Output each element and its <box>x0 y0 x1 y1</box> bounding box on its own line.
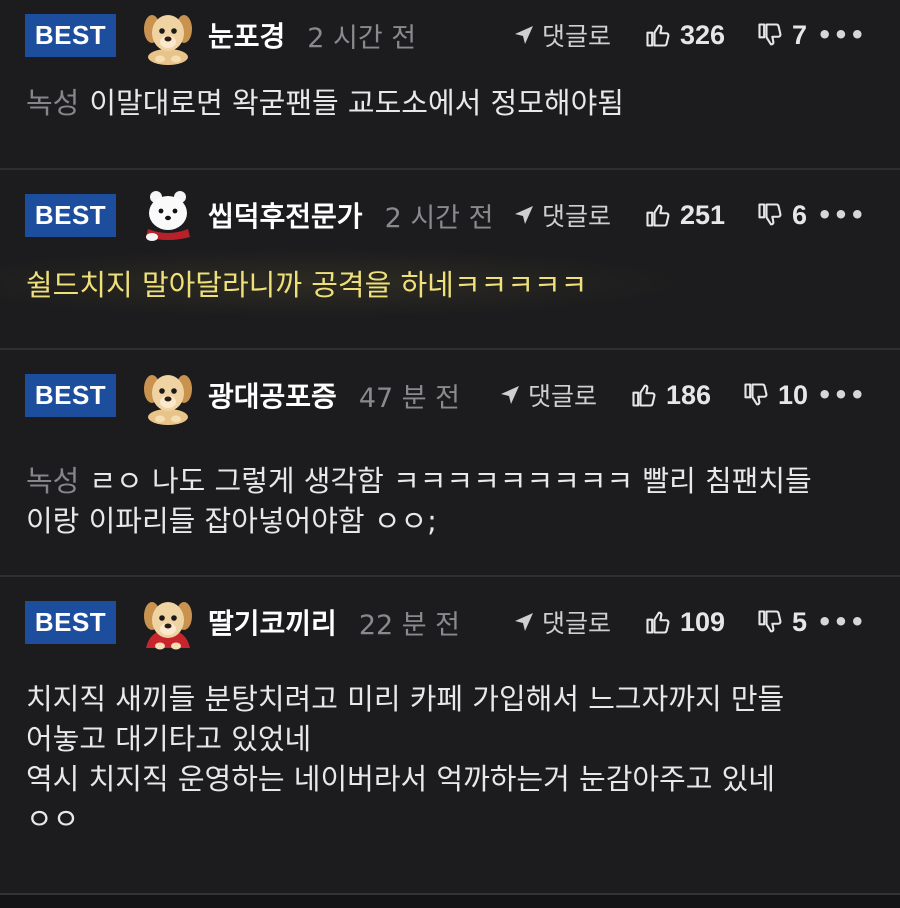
comment-header: BEST 씹덕후전문가 2 시간 전 댓글로 251 6 ••• <box>0 185 900 245</box>
dislike-button[interactable]: 6 <box>756 185 807 245</box>
reply-link[interactable]: 댓글로 <box>512 592 611 652</box>
comment-line: 어놓고 대기타고 있었네 <box>26 722 312 756</box>
more-options-icon[interactable]: ••• <box>817 201 866 229</box>
send-arrow-icon <box>498 383 522 407</box>
comment-line: 치지직 새끼들 분탕치려고 미리 카페 가입해서 느그자까지 만들 <box>26 682 785 716</box>
puppy-icon[interactable] <box>138 365 198 425</box>
comment-item: BEST 딸기코끼리 22 분 전 댓글로 109 5 ••• 치지직 새끼들 … <box>0 577 900 896</box>
nickname[interactable]: 딸기코끼리 <box>208 602 337 642</box>
puppy-cape-icon[interactable] <box>138 592 198 652</box>
comment-prefix: 녹성 <box>26 86 80 120</box>
thumbs-down-icon <box>756 21 784 49</box>
like-button[interactable]: 326 <box>644 5 725 65</box>
best-badge: BEST <box>25 193 116 237</box>
comment-body: 쉴드치지 말아달라니까 공격을 하네ㅋㅋㅋㅋㅋ <box>26 268 588 302</box>
reply-label: 댓글로 <box>528 382 598 411</box>
comment-header: BEST 눈포경 2 시간 전 댓글로 326 7 ••• <box>0 5 900 65</box>
comment-item: BEST 광대공포증 47 분 전 댓글로 186 10 ••• 녹성 ㄹㅇ 나… <box>0 350 900 577</box>
comment-prefix: 녹성 <box>26 464 80 498</box>
send-arrow-icon <box>512 23 536 47</box>
dislike-count: 10 <box>778 379 809 410</box>
reply-label: 댓글로 <box>542 609 612 638</box>
comment-item: BEST 씹덕후전문가 2 시간 전 댓글로 251 6 ••• 쉴드치지 말아… <box>0 170 900 350</box>
dislike-count: 7 <box>792 19 808 50</box>
thumbs-down-icon <box>756 201 784 229</box>
nickname[interactable]: 눈포경 <box>208 15 285 55</box>
puppy-icon[interactable] <box>138 5 198 65</box>
send-arrow-icon <box>512 203 536 227</box>
best-badge: BEST <box>25 600 116 644</box>
more-options-icon[interactable]: ••• <box>817 21 866 49</box>
nickname[interactable]: 씹덕후전문가 <box>208 195 363 235</box>
more-options-icon[interactable]: ••• <box>817 608 866 636</box>
timestamp: 2 시간 전 <box>307 22 417 54</box>
timestamp: 22 분 전 <box>358 609 461 641</box>
like-button[interactable]: 251 <box>644 185 725 245</box>
dislike-button[interactable]: 7 <box>756 5 807 65</box>
more-options-icon[interactable]: ••• <box>817 381 866 409</box>
reply-label: 댓글로 <box>542 22 612 51</box>
like-count: 251 <box>680 199 726 230</box>
like-count: 186 <box>666 379 712 410</box>
reply-link[interactable]: 댓글로 <box>512 5 611 65</box>
send-arrow-icon <box>512 610 536 634</box>
like-button[interactable]: 186 <box>630 365 711 425</box>
comment-header: BEST 광대공포증 47 분 전 댓글로 186 10 ••• <box>0 365 900 425</box>
comment-item: BEST 눈포경 2 시간 전 댓글로 326 7 ••• 녹성 이말대로면 왁… <box>0 0 900 170</box>
best-badge: BEST <box>25 373 116 417</box>
reply-link[interactable]: 댓글로 <box>512 185 611 245</box>
comment-line: ㅇㅇ <box>26 802 80 836</box>
thumbs-up-icon <box>644 201 672 229</box>
comment-header: BEST 딸기코끼리 22 분 전 댓글로 109 5 ••• <box>0 592 900 652</box>
comment-text: 녹성 ㄹㅇ 나도 그렇게 생각함 ㅋㅋㅋㅋㅋㅋㅋㅋㅋ 빨리 침팬치들 이랑 이파리… <box>26 461 880 541</box>
thumbs-down-icon <box>756 608 784 636</box>
comment-body: ㄹㅇ 나도 그렇게 생각함 ㅋㅋㅋㅋㅋㅋㅋㅋㅋ 빨리 침팬치들 <box>89 464 812 498</box>
dislike-button[interactable]: 10 <box>742 365 808 425</box>
dislike-button[interactable]: 5 <box>756 592 807 652</box>
thumbs-up-icon <box>630 381 658 409</box>
nickname[interactable]: 광대공포증 <box>208 375 337 415</box>
comment-line: 녹성 ㄹㅇ 나도 그렇게 생각함 ㅋㅋㅋㅋㅋㅋㅋㅋㅋ 빨리 침팬치들 <box>26 461 880 501</box>
comment-line: 이랑 이파리들 잡아넣어야함 ㅇㅇ; <box>26 504 437 538</box>
timestamp: 2 시간 전 <box>384 202 494 234</box>
dislike-count: 5 <box>792 606 808 637</box>
dislike-count: 6 <box>792 199 808 230</box>
thumbs-up-icon <box>644 608 672 636</box>
reply-link[interactable]: 댓글로 <box>498 365 597 425</box>
thumbs-down-icon <box>742 381 770 409</box>
comment-line: 역시 치지직 운영하는 네이버라서 억까하는거 눈감아주고 있네 <box>26 762 775 796</box>
comment-body: 이말대로면 왁굳팬들 교도소에서 정모해야됨 <box>89 86 624 120</box>
comment-text: 치지직 새끼들 분탕치려고 미리 카페 가입해서 느그자까지 만들 어놓고 대기… <box>26 679 880 839</box>
like-count: 326 <box>680 19 726 50</box>
thumbs-up-icon <box>644 21 672 49</box>
comment-text: 쉴드치지 말아달라니까 공격을 하네ㅋㅋㅋㅋㅋ <box>26 265 880 305</box>
like-button[interactable]: 109 <box>644 592 725 652</box>
comment-text: 녹성 이말대로면 왁굳팬들 교도소에서 정모해야됨 <box>26 83 880 123</box>
reply-label: 댓글로 <box>542 202 612 231</box>
best-badge: BEST <box>25 13 116 57</box>
polar-bear-icon[interactable] <box>138 185 198 245</box>
like-count: 109 <box>680 606 726 637</box>
timestamp: 47 분 전 <box>358 382 461 414</box>
